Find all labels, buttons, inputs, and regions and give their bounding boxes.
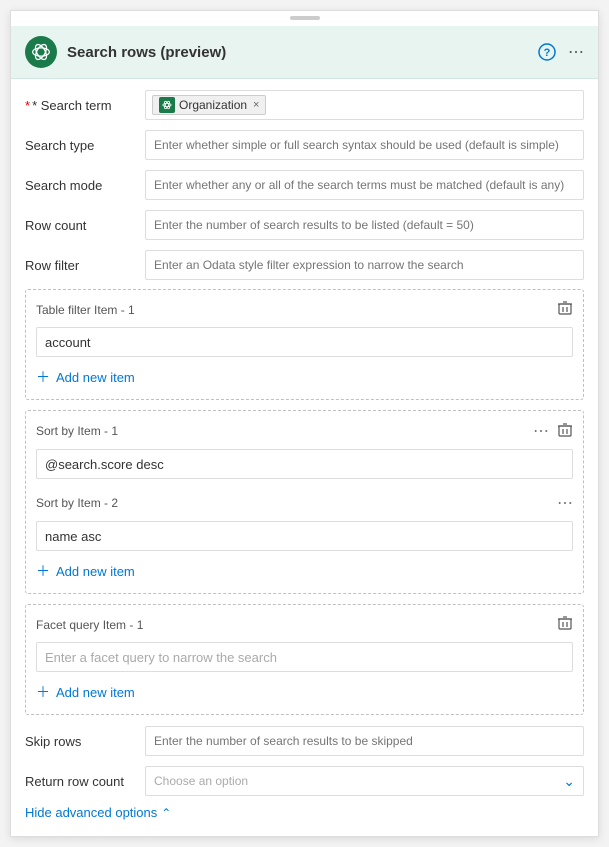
sort-section: Sort by Item - 1 ⋯ xyxy=(25,410,584,594)
facet-add-button[interactable]: ＋ Add new item xyxy=(36,680,135,704)
dataverse-svg xyxy=(31,42,51,62)
table-filter-input[interactable] xyxy=(36,327,573,357)
panel-body: ** Search term Organization × xyxy=(11,79,598,836)
table-filter-actions xyxy=(557,300,573,319)
facet-delete-icon xyxy=(557,615,573,631)
drag-handle xyxy=(290,16,320,20)
organization-tag: Organization × xyxy=(152,95,266,115)
search-term-input[interactable]: Organization × xyxy=(145,90,584,120)
return-row-count-placeholder: Choose an option xyxy=(154,774,248,788)
facet-plus-icon: ＋ xyxy=(36,682,50,702)
chevron-down-icon: ⌄ xyxy=(563,773,575,790)
help-icon: ? xyxy=(538,43,556,61)
search-mode-input[interactable] xyxy=(145,170,584,200)
tag-close-button[interactable]: × xyxy=(253,99,259,111)
row-filter-input[interactable] xyxy=(145,250,584,280)
row-count-input[interactable] xyxy=(145,210,584,240)
hide-advanced-label: Hide advanced options xyxy=(25,805,157,820)
panel-header: Search rows (preview) ? ⋯ xyxy=(11,26,598,79)
table-filter-title: Table filter Item - 1 xyxy=(36,303,135,317)
sort-item1-actions: ⋯ xyxy=(533,421,573,441)
dataverse-icon xyxy=(25,36,57,68)
facet-input[interactable] xyxy=(36,642,573,672)
sort-item2-actions: ⋯ xyxy=(557,493,573,513)
return-row-count-row: Return row count Choose an option ⌄ xyxy=(25,765,584,797)
more-options-button[interactable]: ⋯ xyxy=(568,42,584,62)
sort-item2-header: Sort by Item - 2 ⋯ xyxy=(36,493,573,513)
header-right: ? ⋯ xyxy=(538,42,584,62)
sort-item2-input[interactable] xyxy=(36,521,573,551)
sort-item1-input[interactable] xyxy=(36,449,573,479)
row-count-label: Row count xyxy=(25,218,145,233)
table-filter-section: Table filter Item - 1 ＋ xyxy=(25,289,584,400)
facet-section: Facet query Item - 1 ＋ xyxy=(25,604,584,715)
sort-item1-header: Sort by Item - 1 ⋯ xyxy=(36,421,573,441)
table-filter-delete-button[interactable] xyxy=(557,300,573,319)
facet-delete-button[interactable] xyxy=(557,615,573,634)
search-type-label: Search type xyxy=(25,138,145,153)
skip-rows-input[interactable] xyxy=(145,726,584,756)
search-mode-label: Search mode xyxy=(25,178,145,193)
sort-plus-icon: ＋ xyxy=(36,561,50,581)
row-filter-row: Row filter xyxy=(25,249,584,281)
table-filter-add-button[interactable]: ＋ Add new item xyxy=(36,365,135,389)
sort-item1-more-button[interactable]: ⋯ xyxy=(533,421,549,441)
return-row-count-label: Return row count xyxy=(25,774,145,789)
panel-title: Search rows (preview) xyxy=(67,44,226,61)
search-mode-row: Search mode xyxy=(25,169,584,201)
search-term-label: ** Search term xyxy=(25,98,145,113)
search-type-row: Search type xyxy=(25,129,584,161)
row-count-row: Row count xyxy=(25,209,584,241)
svg-text:?: ? xyxy=(544,47,551,59)
facet-actions xyxy=(557,615,573,634)
more-icon: ⋯ xyxy=(568,42,584,62)
row-filter-label: Row filter xyxy=(25,258,145,273)
search-type-input[interactable] xyxy=(145,130,584,160)
facet-title: Facet query Item - 1 xyxy=(36,618,143,632)
return-row-count-select[interactable]: Choose an option ⌄ xyxy=(145,766,584,796)
sort-item2-more-button[interactable]: ⋯ xyxy=(557,493,573,513)
table-filter-add-label: Add new item xyxy=(56,370,135,385)
plus-icon: ＋ xyxy=(36,367,50,387)
sort-item1-delete-button[interactable] xyxy=(557,422,573,441)
sort-add-label: Add new item xyxy=(56,564,135,579)
sort1-delete-icon xyxy=(557,422,573,438)
skip-rows-row: Skip rows xyxy=(25,725,584,757)
search-rows-panel: Search rows (preview) ? ⋯ ** Search term xyxy=(10,10,599,837)
help-button[interactable]: ? xyxy=(538,43,556,61)
facet-add-label: Add new item xyxy=(56,685,135,700)
skip-rows-label: Skip rows xyxy=(25,734,145,749)
sort-item1-title: Sort by Item - 1 xyxy=(36,424,118,438)
facet-header: Facet query Item - 1 xyxy=(36,615,573,634)
sort-item2-title: Sort by Item - 2 xyxy=(36,496,118,510)
hide-advanced-button[interactable]: Hide advanced options ⌃ xyxy=(25,805,171,820)
delete-icon xyxy=(557,300,573,316)
header-left: Search rows (preview) xyxy=(25,36,226,68)
tag-dataverse-icon xyxy=(159,97,175,113)
chevron-up-icon: ⌃ xyxy=(161,806,171,820)
sort-add-button[interactable]: ＋ Add new item xyxy=(36,559,135,583)
required-star: * xyxy=(25,98,30,113)
table-filter-header: Table filter Item - 1 xyxy=(36,300,573,319)
search-term-row: ** Search term Organization × xyxy=(25,89,584,121)
tag-label: Organization xyxy=(179,98,247,112)
